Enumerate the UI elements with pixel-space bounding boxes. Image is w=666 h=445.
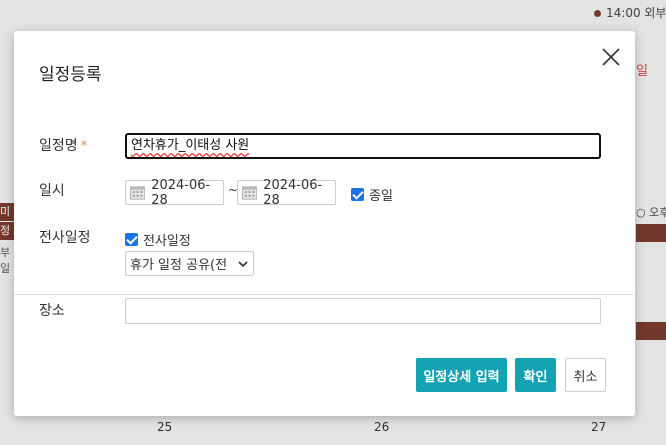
end-date-input[interactable]: 2024-06-28 xyxy=(237,178,336,208)
company-schedule-checkbox-label: 전사일정 xyxy=(143,234,191,249)
detail-input-button[interactable]: 일정상세 입력 xyxy=(416,358,507,392)
required-mark: * xyxy=(80,138,88,154)
close-icon xyxy=(602,48,620,66)
company-schedule-checkbox[interactable] xyxy=(125,233,138,246)
schedule-name-label: 일정명 * xyxy=(39,138,88,154)
datetime-label: 일시 xyxy=(39,183,65,199)
allday-checkbox[interactable] xyxy=(351,188,364,201)
start-date-input[interactable]: 2024-06-28 xyxy=(125,178,224,208)
schedule-register-modal: 일정등록 일정명 * 연차휴가_이태성 사원 일시 2024-06-28 ~ 20… xyxy=(14,31,635,416)
share-select-value: 휴가 일정 공유(전 xyxy=(130,258,228,273)
location-input[interactable] xyxy=(125,298,601,324)
cancel-button[interactable]: 취소 xyxy=(565,358,606,392)
location-label: 장소 xyxy=(39,303,65,319)
company-schedule-toggle[interactable]: 전사일정 xyxy=(125,230,191,249)
modal-title: 일정등록 xyxy=(39,65,102,85)
company-schedule-label: 전사일정 xyxy=(39,230,91,246)
schedule-name-input[interactable]: 연차휴가_이태성 사원 xyxy=(125,133,601,159)
chevron-down-icon xyxy=(238,261,248,268)
section-divider xyxy=(14,294,635,295)
allday-label: 종일 xyxy=(369,189,393,204)
confirm-button[interactable]: 확인 xyxy=(515,358,556,392)
calendar-icon xyxy=(130,186,146,200)
schedule-name-value: 연차휴가_이태성 사원 xyxy=(131,138,250,153)
allday-toggle[interactable]: 종일 xyxy=(351,185,393,204)
close-button[interactable] xyxy=(600,46,622,68)
calendar-icon xyxy=(242,186,258,200)
share-select[interactable]: 휴가 일정 공유(전 xyxy=(125,251,254,276)
